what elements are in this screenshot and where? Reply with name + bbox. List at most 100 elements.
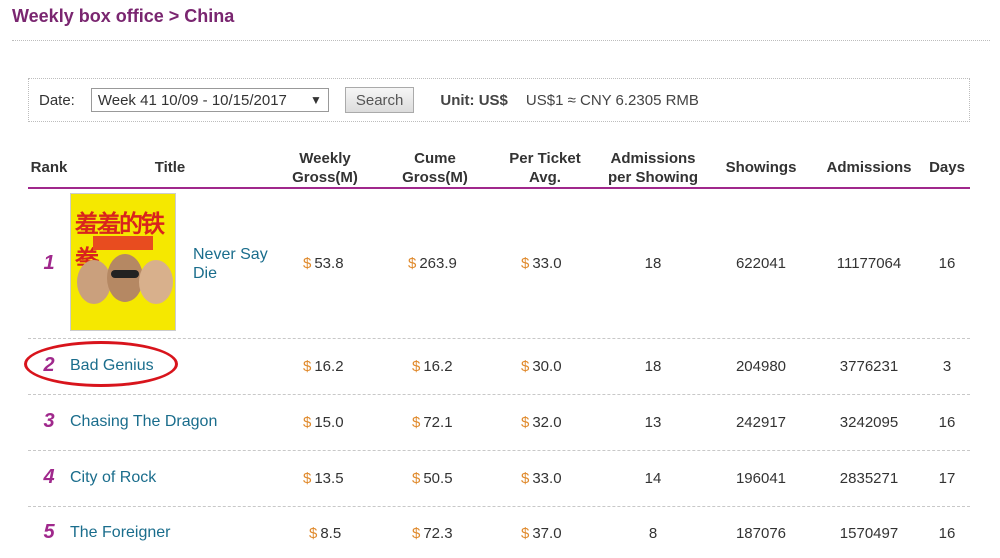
rank-number: 4 bbox=[43, 466, 55, 488]
row-divider bbox=[28, 506, 970, 507]
search-button[interactable]: Search bbox=[344, 87, 415, 113]
per-ticket-avg: $32.0 bbox=[521, 414, 562, 431]
admissions: 3242095 bbox=[839, 414, 899, 431]
showings: 187076 bbox=[735, 525, 787, 542]
weekly-gross-value: 53.8 bbox=[314, 255, 344, 272]
admissions: 1570497 bbox=[839, 525, 899, 542]
admissions-per-showing: 18 bbox=[644, 358, 662, 375]
date-label: Date: bbox=[39, 91, 75, 109]
admissions: 11177064 bbox=[836, 255, 902, 272]
dollar-sign: $ bbox=[309, 525, 318, 542]
per-ticket-value: 33.0 bbox=[532, 255, 562, 272]
dollar-sign: $ bbox=[412, 358, 421, 375]
col-header-cume-line1: Cume bbox=[414, 150, 456, 167]
days: 16 bbox=[938, 414, 956, 431]
movie-title-link[interactable]: The Foreigner bbox=[70, 524, 171, 542]
movie-title-line2: Die bbox=[193, 265, 218, 282]
movie-title-link[interactable]: Chasing The Dragon bbox=[70, 413, 217, 431]
rank-number: 3 bbox=[43, 410, 55, 432]
weekly-gross-value: 15.0 bbox=[314, 414, 344, 431]
weekly-gross: $13.5 bbox=[303, 470, 344, 487]
per-ticket-value: 32.0 bbox=[532, 414, 562, 431]
col-header-ticket-line2: Avg. bbox=[529, 169, 561, 186]
row-divider bbox=[28, 338, 970, 339]
dollar-sign: $ bbox=[521, 470, 530, 487]
weekly-gross: $15.0 bbox=[303, 414, 344, 431]
dollar-sign: $ bbox=[521, 525, 530, 542]
per-ticket-avg: $33.0 bbox=[521, 470, 562, 487]
showings: 196041 bbox=[735, 470, 787, 487]
poster-face bbox=[107, 254, 143, 302]
weekly-gross-value: 16.2 bbox=[314, 358, 344, 375]
dollar-sign: $ bbox=[521, 255, 530, 272]
col-header-days: Days bbox=[929, 159, 965, 176]
week-select[interactable]: Week 41 10/09 - 10/15/2017 ▼ bbox=[90, 88, 329, 112]
unit-label: Unit: US$ bbox=[440, 91, 508, 109]
dollar-sign: $ bbox=[521, 358, 530, 375]
days: 16 bbox=[938, 255, 956, 272]
weekly-gross-value: 13.5 bbox=[314, 470, 344, 487]
dollar-sign: $ bbox=[408, 255, 417, 272]
col-header-admissions: Admissions bbox=[826, 159, 912, 176]
dollar-sign: $ bbox=[303, 358, 312, 375]
filter-bar: Date: Week 41 10/09 - 10/15/2017 ▼ Searc… bbox=[28, 78, 970, 122]
col-header-adm-show-line2: per Showing bbox=[608, 169, 698, 186]
dollar-sign: $ bbox=[412, 414, 421, 431]
col-header-title: Title bbox=[154, 159, 186, 176]
col-header-ticket-line1: Per Ticket bbox=[509, 150, 581, 167]
admissions: 2835271 bbox=[839, 470, 899, 487]
col-header-rank: Rank bbox=[30, 159, 68, 176]
showings: 242917 bbox=[735, 414, 787, 431]
table-header-divider bbox=[28, 187, 970, 189]
poster-footer bbox=[71, 306, 175, 330]
page-title: Weekly box office > China bbox=[12, 6, 235, 26]
weekly-gross: $16.2 bbox=[303, 358, 344, 375]
showings: 622041 bbox=[735, 255, 787, 272]
cume-gross: $72.3 bbox=[412, 525, 453, 542]
row-divider bbox=[28, 450, 970, 451]
col-header-weekly-line2: Gross(M) bbox=[292, 169, 358, 186]
cume-gross: $16.2 bbox=[412, 358, 453, 375]
per-ticket-value: 30.0 bbox=[532, 358, 562, 375]
col-header-weekly-gross: Weekly Gross(M) bbox=[280, 149, 370, 187]
dollar-sign: $ bbox=[412, 525, 421, 542]
admissions-per-showing: 14 bbox=[644, 470, 662, 487]
row-divider bbox=[28, 394, 970, 395]
header-divider bbox=[12, 40, 990, 41]
weekly-gross: $53.8 bbox=[303, 255, 344, 272]
col-header-adm-show-line1: Admissions bbox=[610, 150, 696, 167]
movie-poster[interactable]: 羞羞的铁拳 bbox=[70, 193, 176, 331]
cume-gross-value: 263.9 bbox=[419, 255, 457, 272]
days: 17 bbox=[938, 470, 956, 487]
movie-title-line1: Never Say bbox=[193, 246, 268, 263]
cume-gross: $72.1 bbox=[412, 414, 453, 431]
chevron-down-icon: ▼ bbox=[309, 93, 322, 107]
per-ticket-value: 37.0 bbox=[532, 525, 562, 542]
dollar-sign: $ bbox=[303, 414, 312, 431]
exchange-rate: US$1 ≈ CNY 6.2305 RMB bbox=[525, 91, 699, 109]
week-select-value: Week 41 10/09 - 10/15/2017 bbox=[97, 91, 287, 109]
weekly-gross: $8.5 bbox=[309, 525, 341, 542]
col-header-cume-gross: Cume Gross(M) bbox=[390, 149, 480, 187]
movie-title-link[interactable]: Never Say Die bbox=[193, 245, 268, 283]
per-ticket-value: 33.0 bbox=[532, 470, 562, 487]
rank-number: 5 bbox=[43, 521, 55, 543]
cume-gross-value: 72.1 bbox=[423, 414, 453, 431]
col-header-per-ticket: Per Ticket Avg. bbox=[495, 149, 595, 187]
poster-banner bbox=[93, 236, 153, 250]
dollar-sign: $ bbox=[521, 414, 530, 431]
highlight-circle bbox=[24, 341, 178, 387]
poster-face bbox=[139, 260, 173, 304]
admissions-per-showing: 13 bbox=[644, 414, 662, 431]
col-header-showings: Showings bbox=[725, 159, 797, 176]
cume-gross: $263.9 bbox=[408, 255, 457, 272]
poster-sunglasses bbox=[111, 270, 139, 278]
cume-gross-value: 72.3 bbox=[423, 525, 453, 542]
admissions-per-showing: 8 bbox=[648, 525, 658, 542]
poster-face bbox=[77, 260, 111, 304]
dollar-sign: $ bbox=[303, 470, 312, 487]
movie-title-link[interactable]: City of Rock bbox=[70, 469, 156, 487]
per-ticket-avg: $37.0 bbox=[521, 525, 562, 542]
days: 16 bbox=[938, 525, 956, 542]
rank-number: 1 bbox=[43, 252, 55, 274]
